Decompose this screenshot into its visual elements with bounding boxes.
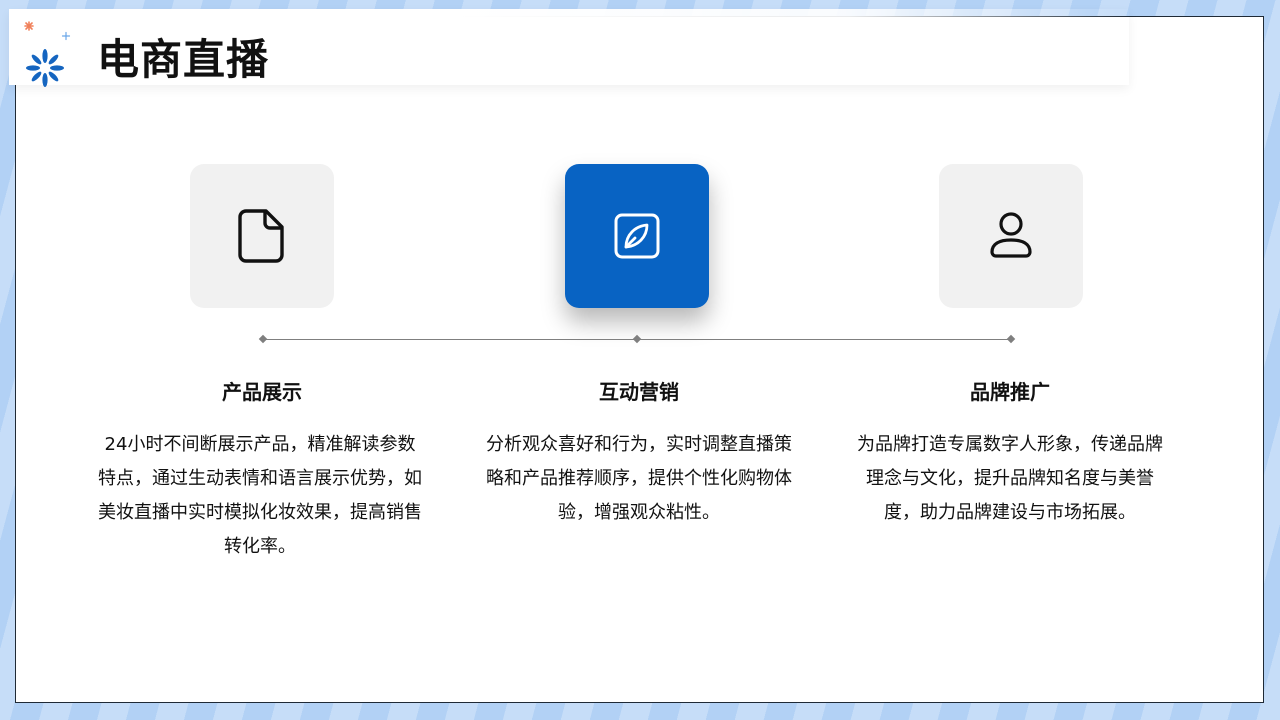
- feature-card-brand: [939, 164, 1083, 308]
- feature-title-marketing: 互动营销: [599, 380, 679, 404]
- page-title: 电商直播: [97, 35, 270, 84]
- document-icon: [238, 209, 284, 263]
- slide-panel: [15, 16, 1264, 703]
- edit-icon: [614, 213, 660, 259]
- feature-card-marketing: [565, 164, 709, 308]
- user-icon: [990, 212, 1032, 258]
- feature-title-product: 产品展示: [222, 380, 302, 404]
- feature-description-product: 24小时不间断展示产品，精准解读参数特点，通过生动表情和语言展示优势，如美妆直播…: [98, 434, 422, 557]
- feature-description-brand: 为品牌打造专属数字人形象，传递品牌理念与文化，提升品牌知名度与美誉度，助力品牌建…: [857, 434, 1163, 523]
- sparkle-logo-icon: [24, 21, 71, 87]
- title-bar: 电商直播: [9, 9, 1129, 87]
- feature-description-marketing: 分析观众喜好和行为，实时调整直播策略和产品推荐顺序，提供个性化购物体验，增强观众…: [486, 434, 792, 523]
- feature-title-brand: 品牌推广: [970, 380, 1050, 404]
- feature-card-product: [190, 164, 334, 308]
